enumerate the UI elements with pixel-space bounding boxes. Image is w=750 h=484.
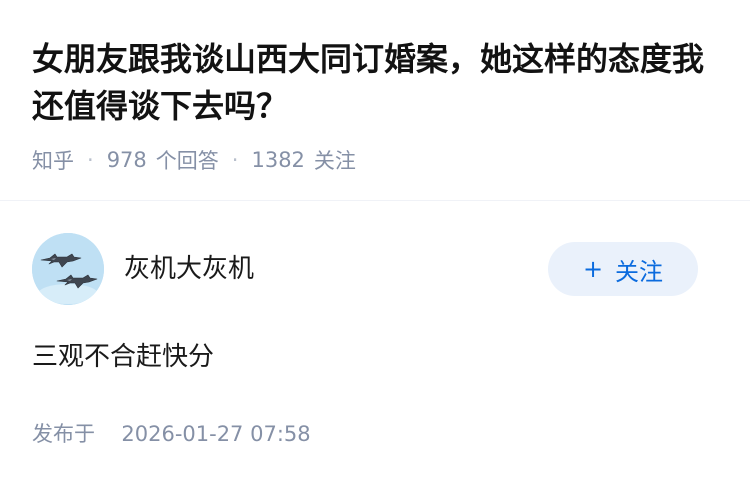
meta-separator: · (231, 148, 239, 172)
answer-count-label[interactable]: 个回答 (156, 145, 219, 175)
plus-icon: + (582, 255, 604, 283)
answer-content[interactable]: 三观不合赶快分 (32, 339, 214, 375)
follower-count[interactable]: 1382 (251, 148, 304, 172)
answer-count[interactable]: 978 (107, 148, 147, 172)
source-label[interactable]: 知乎 (32, 145, 74, 175)
published-time: 2026-01-27 07:58 (121, 422, 311, 446)
follow-button-label: 关注 (615, 257, 664, 286)
follow-button[interactable]: + 关注 (548, 242, 698, 296)
published-label: 发布于 (32, 422, 95, 446)
avatar[interactable] (32, 233, 104, 305)
fighter-jets-icon (32, 233, 104, 305)
author-name[interactable]: 灰机大灰机 (124, 252, 254, 286)
question-meta: 知乎 · 978 个回答 · 1382 关注 (32, 145, 356, 175)
follower-count-label[interactable]: 关注 (314, 145, 356, 175)
question-header: 女朋友跟我谈山西大同订婚案，她这样的态度我还值得谈下去吗？ 知乎 · 978 个… (0, 0, 750, 200)
publish-time-row: 发布于 2026-01-27 07:58 (32, 419, 311, 449)
zhihu-answer-page: 女朋友跟我谈山西大同订婚案，她这样的态度我还值得谈下去吗？ 知乎 · 978 个… (0, 0, 750, 484)
question-title[interactable]: 女朋友跟我谈山西大同订婚案，她这样的态度我还值得谈下去吗？ (32, 36, 722, 130)
meta-separator: · (87, 148, 94, 172)
